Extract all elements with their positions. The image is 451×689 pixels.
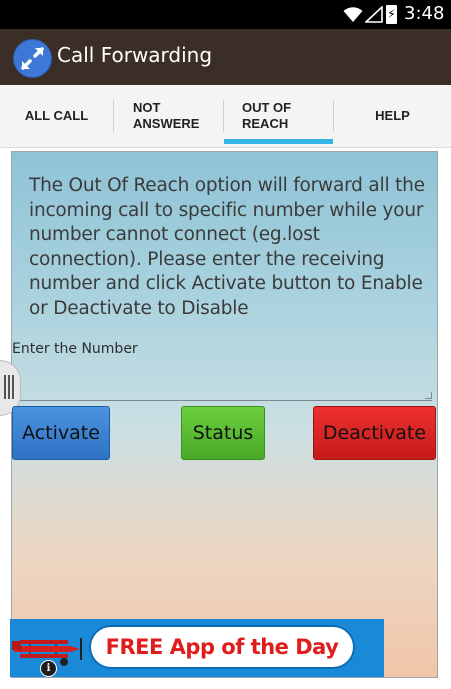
tab-bar: ALL CALL NOT ANSWERE OUT OF REACH HELP <box>0 85 451 148</box>
status-time: 3:48 <box>404 3 445 24</box>
tab-help[interactable]: HELP <box>334 85 451 147</box>
status-button[interactable]: Status <box>181 406 265 460</box>
app-title: Call Forwarding <box>57 43 213 67</box>
ad-banner[interactable]: FREE App of the Day i <box>10 619 384 677</box>
info-icon[interactable]: i <box>40 660 57 677</box>
tab-label: ALL CALL <box>24 108 89 123</box>
number-input[interactable] <box>12 366 432 401</box>
ad-pill[interactable]: FREE App of the Day <box>89 625 355 669</box>
tab-out-of-reach[interactable]: OUT OF REACH <box>224 85 333 147</box>
tab-label: NOT ANSWERE <box>133 100 200 131</box>
signal-icon <box>365 6 383 23</box>
tab-not-answered[interactable]: NOT ANSWERE <box>114 85 223 147</box>
wifi-icon <box>343 7 363 22</box>
input-corner-mark <box>425 392 432 399</box>
status-bar: ⚡ 3:48 <box>0 0 451 29</box>
selected-tab-indicator <box>224 139 333 144</box>
tab-label: OUT OF REACH <box>242 100 292 131</box>
tab-all-call[interactable]: ALL CALL <box>0 85 113 147</box>
grip-icon <box>4 375 16 399</box>
call-forward-arrows-icon[interactable] <box>13 39 52 78</box>
battery-charging-icon: ⚡ <box>386 5 397 24</box>
deactivate-button[interactable]: Deactivate <box>313 406 436 460</box>
ad-text: FREE App of the Day <box>105 635 339 659</box>
description-text: The Out Of Reach option will forward all… <box>29 175 425 319</box>
number-label: Enter the Number <box>12 341 138 357</box>
activate-button[interactable]: Activate <box>12 406 110 460</box>
tab-label: HELP <box>375 108 410 123</box>
action-bar: Call Forwarding <box>0 29 451 85</box>
